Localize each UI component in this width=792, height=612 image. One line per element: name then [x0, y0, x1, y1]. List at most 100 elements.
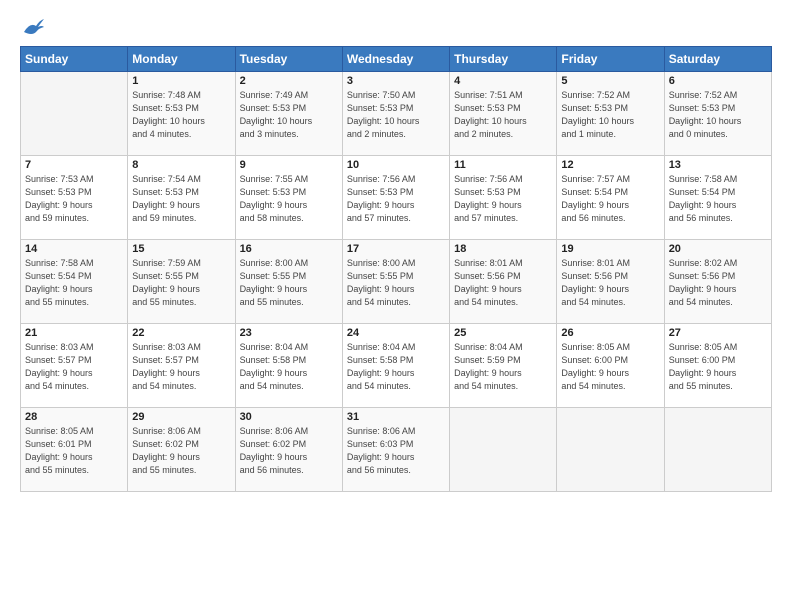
header	[20, 18, 772, 36]
calendar-cell: 3Sunrise: 7:50 AMSunset: 5:53 PMDaylight…	[342, 72, 449, 156]
day-info: Sunrise: 7:52 AMSunset: 5:53 PMDaylight:…	[561, 89, 659, 141]
calendar-cell: 10 Sunrise: 7:56 AMSunset: 5:53 PMDayligh…	[342, 156, 449, 240]
calendar-cell	[21, 72, 128, 156]
day-info: Sunrise: 8:05 AMSunset: 6:00 PMDaylight:…	[561, 341, 659, 393]
day-number: 1	[132, 75, 230, 87]
calendar-cell: 21 Sunrise: 8:03 AMSunset: 5:57 PMDayligh…	[21, 324, 128, 408]
day-number: 25	[454, 327, 552, 339]
calendar-cell: 7 Sunrise: 7:53 AMSunset: 5:53 PMDaylight…	[21, 156, 128, 240]
day-info: Sunrise: 7:55 AMSunset: 5:53 PMDaylight:…	[240, 173, 338, 225]
day-info: Sunrise: 7:57 AMSunset: 5:54 PMDaylight:…	[561, 173, 659, 225]
calendar-table: SundayMondayTuesdayWednesdayThursdayFrid…	[20, 46, 772, 492]
day-info: Sunrise: 8:06 AMSunset: 6:02 PMDaylight:…	[240, 425, 338, 477]
calendar-cell: 9 Sunrise: 7:55 AMSunset: 5:53 PMDaylight…	[235, 156, 342, 240]
day-info: Sunrise: 8:01 AMSunset: 5:56 PMDaylight:…	[454, 257, 552, 309]
day-number: 7	[25, 159, 123, 171]
day-info: Sunrise: 7:54 AMSunset: 5:53 PMDaylight:…	[132, 173, 230, 225]
day-number: 5	[561, 75, 659, 87]
day-info: Sunrise: 7:56 AMSunset: 5:53 PMDaylight:…	[454, 173, 552, 225]
day-info: Sunrise: 7:48 AMSunset: 5:53 PMDaylight:…	[132, 89, 230, 141]
calendar-cell: 14 Sunrise: 7:58 AMSunset: 5:54 PMDayligh…	[21, 240, 128, 324]
header-day-tuesday: Tuesday	[235, 47, 342, 72]
calendar-cell: 20 Sunrise: 8:02 AMSunset: 5:56 PMDayligh…	[664, 240, 771, 324]
day-number: 17	[347, 243, 445, 255]
calendar-cell: 1 Sunrise: 7:48 AMSunset: 5:53 PMDaylight…	[128, 72, 235, 156]
calendar-cell: 29 Sunrise: 8:06 AMSunset: 6:02 PMDayligh…	[128, 408, 235, 492]
logo	[20, 18, 44, 36]
day-info: Sunrise: 7:59 AMSunset: 5:55 PMDaylight:…	[132, 257, 230, 309]
day-info: Sunrise: 7:56 AMSunset: 5:53 PMDaylight:…	[347, 173, 445, 225]
calendar-cell: 16 Sunrise: 8:00 AMSunset: 5:55 PMDayligh…	[235, 240, 342, 324]
day-number: 27	[669, 327, 767, 339]
calendar-cell: 24 Sunrise: 8:04 AMSunset: 5:58 PMDayligh…	[342, 324, 449, 408]
calendar-cell: 15Sunrise: 7:59 AMSunset: 5:55 PMDayligh…	[128, 240, 235, 324]
day-info: Sunrise: 8:04 AMSunset: 5:58 PMDaylight:…	[240, 341, 338, 393]
calendar-cell: 17 Sunrise: 8:00 AMSunset: 5:55 PMDayligh…	[342, 240, 449, 324]
header-day-sunday: Sunday	[21, 47, 128, 72]
calendar-cell: 26Sunrise: 8:05 AMSunset: 6:00 PMDayligh…	[557, 324, 664, 408]
day-number: 30	[240, 411, 338, 423]
day-number: 2	[240, 75, 338, 87]
day-number: 29	[132, 411, 230, 423]
calendar-cell: 25 Sunrise: 8:04 AMSunset: 5:59 PMDayligh…	[450, 324, 557, 408]
day-info: Sunrise: 8:05 AMSunset: 6:00 PMDaylight:…	[669, 341, 767, 393]
day-number: 12	[561, 159, 659, 171]
header-day-friday: Friday	[557, 47, 664, 72]
day-info: Sunrise: 8:02 AMSunset: 5:56 PMDaylight:…	[669, 257, 767, 309]
header-day-monday: Monday	[128, 47, 235, 72]
calendar-cell: 4Sunrise: 7:51 AMSunset: 5:53 PMDaylight…	[450, 72, 557, 156]
day-info: Sunrise: 8:03 AMSunset: 5:57 PMDaylight:…	[132, 341, 230, 393]
day-number: 23	[240, 327, 338, 339]
day-number: 14	[25, 243, 123, 255]
calendar-cell	[664, 408, 771, 492]
header-day-saturday: Saturday	[664, 47, 771, 72]
calendar-cell	[450, 408, 557, 492]
calendar-body: 1 Sunrise: 7:48 AMSunset: 5:53 PMDaylight…	[21, 72, 772, 492]
calendar-cell: 13 Sunrise: 7:58 AMSunset: 5:54 PMDayligh…	[664, 156, 771, 240]
calendar-cell: 11Sunrise: 7:56 AMSunset: 5:53 PMDayligh…	[450, 156, 557, 240]
calendar-cell: 12 Sunrise: 7:57 AMSunset: 5:54 PMDayligh…	[557, 156, 664, 240]
calendar-cell: 6Sunrise: 7:52 AMSunset: 5:53 PMDaylight…	[664, 72, 771, 156]
day-number: 16	[240, 243, 338, 255]
calendar-cell: 23 Sunrise: 8:04 AMSunset: 5:58 PMDayligh…	[235, 324, 342, 408]
day-info: Sunrise: 8:01 AMSunset: 5:56 PMDaylight:…	[561, 257, 659, 309]
day-info: Sunrise: 8:04 AMSunset: 5:59 PMDaylight:…	[454, 341, 552, 393]
calendar-cell: 5 Sunrise: 7:52 AMSunset: 5:53 PMDaylight…	[557, 72, 664, 156]
day-number: 10	[347, 159, 445, 171]
calendar-cell: 18 Sunrise: 8:01 AMSunset: 5:56 PMDayligh…	[450, 240, 557, 324]
calendar-cell: 2 Sunrise: 7:49 AMSunset: 5:53 PMDaylight…	[235, 72, 342, 156]
calendar-cell: 30 Sunrise: 8:06 AMSunset: 6:02 PMDayligh…	[235, 408, 342, 492]
day-info: Sunrise: 7:52 AMSunset: 5:53 PMDaylight:…	[669, 89, 767, 141]
day-number: 18	[454, 243, 552, 255]
calendar-header: SundayMondayTuesdayWednesdayThursdayFrid…	[21, 47, 772, 72]
day-info: Sunrise: 8:03 AMSunset: 5:57 PMDaylight:…	[25, 341, 123, 393]
day-info: Sunrise: 7:58 AMSunset: 5:54 PMDaylight:…	[25, 257, 123, 309]
header-row: SundayMondayTuesdayWednesdayThursdayFrid…	[21, 47, 772, 72]
calendar-cell: 22 Sunrise: 8:03 AMSunset: 5:57 PMDayligh…	[128, 324, 235, 408]
page: SundayMondayTuesdayWednesdayThursdayFrid…	[0, 0, 792, 612]
day-number: 9	[240, 159, 338, 171]
day-number: 21	[25, 327, 123, 339]
week-row-4: 28Sunrise: 8:05 AMSunset: 6:01 PMDayligh…	[21, 408, 772, 492]
week-row-3: 21 Sunrise: 8:03 AMSunset: 5:57 PMDayligh…	[21, 324, 772, 408]
day-info: Sunrise: 8:04 AMSunset: 5:58 PMDaylight:…	[347, 341, 445, 393]
day-number: 24	[347, 327, 445, 339]
calendar-cell	[557, 408, 664, 492]
calendar-cell: 19 Sunrise: 8:01 AMSunset: 5:56 PMDayligh…	[557, 240, 664, 324]
day-number: 13	[669, 159, 767, 171]
day-number: 20	[669, 243, 767, 255]
day-info: Sunrise: 8:06 AMSunset: 6:02 PMDaylight:…	[132, 425, 230, 477]
day-info: Sunrise: 7:50 AMSunset: 5:53 PMDaylight:…	[347, 89, 445, 141]
calendar-cell: 31Sunrise: 8:06 AMSunset: 6:03 PMDayligh…	[342, 408, 449, 492]
day-info: Sunrise: 8:00 AMSunset: 5:55 PMDaylight:…	[347, 257, 445, 309]
day-number: 22	[132, 327, 230, 339]
week-row-2: 14 Sunrise: 7:58 AMSunset: 5:54 PMDayligh…	[21, 240, 772, 324]
day-info: Sunrise: 8:00 AMSunset: 5:55 PMDaylight:…	[240, 257, 338, 309]
day-info: Sunrise: 7:49 AMSunset: 5:53 PMDaylight:…	[240, 89, 338, 141]
day-number: 31	[347, 411, 445, 423]
day-number: 19	[561, 243, 659, 255]
header-day-thursday: Thursday	[450, 47, 557, 72]
day-info: Sunrise: 8:05 AMSunset: 6:01 PMDaylight:…	[25, 425, 123, 477]
day-info: Sunrise: 7:53 AMSunset: 5:53 PMDaylight:…	[25, 173, 123, 225]
day-info: Sunrise: 7:58 AMSunset: 5:54 PMDaylight:…	[669, 173, 767, 225]
